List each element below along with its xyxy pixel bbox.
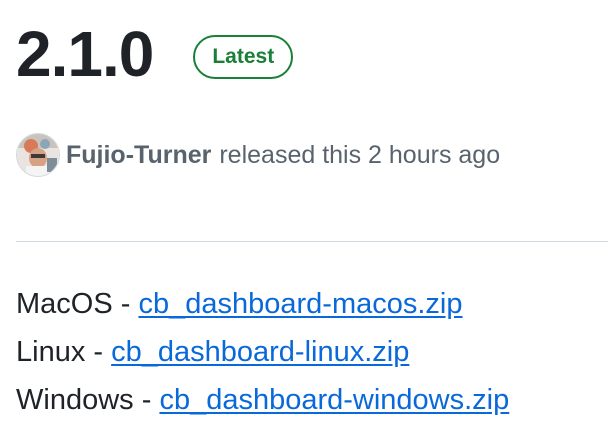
download-link-macos[interactable]: cb_dashboard-macos.zip <box>138 288 462 320</box>
release-header: 2.1.0 Latest <box>16 18 294 90</box>
download-link-linux[interactable]: cb_dashboard-linux.zip <box>111 336 409 368</box>
platform-label: MacOS <box>16 288 113 320</box>
separator: - <box>112 288 139 320</box>
release-version-title[interactable]: 2.1.0 <box>16 18 154 90</box>
separator: - <box>133 384 160 416</box>
release-page: 2.1.0 Latest Fujio-Turner released this … <box>0 0 608 440</box>
divider <box>16 241 608 242</box>
platform-label: Windows <box>16 384 134 416</box>
author-link[interactable]: Fujio-Turner <box>66 141 211 170</box>
avatar-image <box>17 134 59 176</box>
separator: - <box>85 336 112 368</box>
release-time-text: released this 2 hours ago <box>219 140 501 169</box>
release-meta: Fujio-Turner released this 2 hours ago <box>16 133 500 177</box>
downloads-list: MacOS - cb_dashboard-macos.zip Linux - c… <box>16 280 509 424</box>
avatar[interactable] <box>16 133 60 177</box>
platform-label: Linux <box>16 336 86 368</box>
latest-badge: Latest <box>193 35 294 79</box>
download-link-windows[interactable]: cb_dashboard-windows.zip <box>159 384 509 416</box>
download-row-macos: MacOS - cb_dashboard-macos.zip <box>16 280 509 328</box>
download-row-windows: Windows - cb_dashboard-windows.zip <box>16 376 509 424</box>
download-row-linux: Linux - cb_dashboard-linux.zip <box>16 328 509 376</box>
